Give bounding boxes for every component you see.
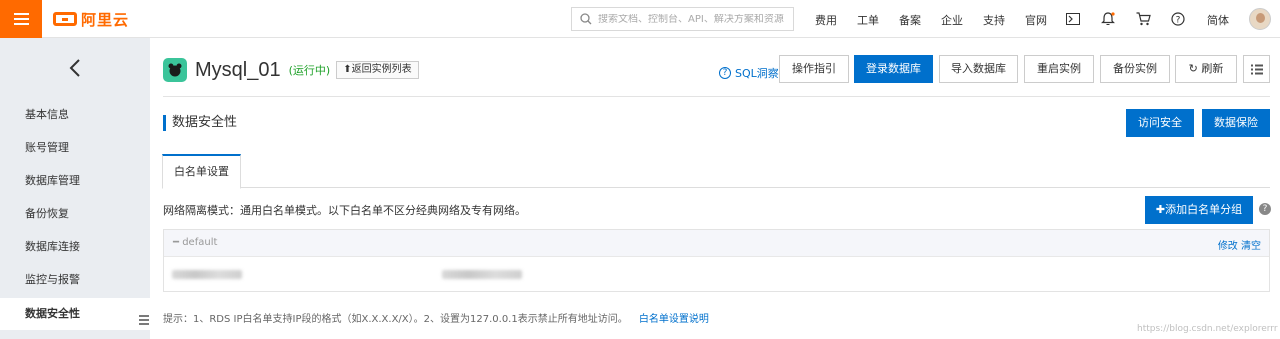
back-to-list-label: 返回实例列表 [351, 64, 412, 75]
tab-bar: 白名单设置 [162, 154, 1270, 189]
search-icon [580, 13, 592, 25]
main-content: Mysql_01 (运行中) ⬆返回实例列表 ? SQL洞察 操作指引 登录数据… [150, 38, 1280, 339]
search-input[interactable] [598, 13, 788, 25]
chevron-left-icon [69, 59, 80, 77]
sidebar-item-databases[interactable]: 数据库管理 [0, 165, 150, 197]
search-box[interactable] [571, 7, 794, 31]
logo-text: 阿里云 [81, 10, 130, 29]
help-circle-icon[interactable]: ? [1170, 11, 1186, 27]
edit-link[interactable]: 修改 [1218, 241, 1238, 252]
terminal-icon[interactable] [1065, 11, 1081, 27]
nav-enterprise[interactable]: 企业 [941, 12, 963, 28]
bell-icon[interactable] [1100, 11, 1116, 27]
whitelist-tip: 提示：1、RDS IP白名单支持IP段的格式（如X.X.X.X/X）。2、设置为… [163, 310, 709, 325]
instance-header: Mysql_01 (运行中) ⬆返回实例列表 [163, 56, 419, 84]
list-icon [1250, 64, 1263, 75]
top-bar: 阿里云 费用 工单 备案 企业 支持 官网 ? 简体 [0, 0, 1280, 38]
tip-text: 提示：1、RDS IP白名单支持IP段的格式（如X.X.X.X/X）。2、设置为… [163, 314, 628, 325]
collapse-list-icon[interactable] [139, 314, 149, 326]
sql-insight-link[interactable]: ? SQL洞察 [719, 65, 779, 81]
group-name-text: default [182, 237, 218, 248]
menu-button[interactable] [0, 0, 42, 38]
redacted-ip [172, 270, 242, 279]
sidebar-item-monitoring[interactable]: 监控与报警 [0, 264, 150, 296]
nav-tickets[interactable]: 工单 [857, 12, 879, 28]
hamburger-icon [13, 12, 29, 26]
add-whitelist-group-label: 添加白名单分组 [1165, 203, 1243, 216]
nav-icp[interactable]: 备案 [899, 12, 921, 28]
mysql-icon [163, 58, 187, 82]
refresh-label: 刷新 [1201, 62, 1224, 75]
header-divider [163, 96, 1270, 97]
whitelist-help-link[interactable]: 白名单设置说明 [639, 314, 709, 325]
guide-button[interactable]: 操作指引 [779, 55, 849, 83]
back-to-list-button[interactable]: ⬆返回实例列表 [336, 61, 419, 79]
group-name: ━ default [173, 237, 218, 248]
sql-insight-label: SQL洞察 [735, 67, 779, 80]
sidebar-item-basic-info[interactable]: 基本信息 [0, 99, 150, 131]
sidebar: 基本信息 账号管理 数据库管理 备份恢复 数据库连接 监控与报警 数据安全性 [0, 38, 150, 339]
network-mode-description: 网络隔离模式：通用白名单模式。以下白名单不区分经典网络及专有网络。 [163, 204, 526, 217]
aliyun-logo-icon [53, 12, 77, 26]
question-icon: ? [719, 67, 731, 79]
list-view-button[interactable] [1243, 55, 1270, 83]
add-whitelist-group-button[interactable]: ✚添加白名单分组 [1145, 196, 1253, 224]
refresh-button[interactable]: ↻ 刷新 [1175, 55, 1237, 83]
cart-icon[interactable] [1135, 11, 1151, 27]
clear-link[interactable]: 清空 [1241, 241, 1261, 252]
nav-fees[interactable]: 费用 [815, 12, 837, 28]
tab-whitelist-settings[interactable]: 白名单设置 [162, 154, 241, 189]
redacted-ip [442, 270, 522, 279]
sidebar-item-connection[interactable]: 数据库连接 [0, 231, 150, 263]
group-actions: 修改 清空 [1218, 237, 1261, 252]
import-db-button[interactable]: 导入数据库 [939, 55, 1018, 83]
avatar[interactable] [1249, 8, 1271, 30]
nav-support[interactable]: 支持 [983, 12, 1005, 28]
page-title: Mysql_01 [195, 58, 281, 81]
up-arrow-icon: ⬆ [343, 64, 352, 75]
logo[interactable]: 阿里云 [53, 9, 129, 29]
plus-icon: ✚ [1155, 203, 1166, 216]
restart-button[interactable]: 重启实例 [1024, 55, 1094, 83]
whitelist-group-default: ━ default 修改 清空 [163, 229, 1270, 292]
svg-text:?: ? [1176, 16, 1181, 26]
refresh-icon: ↻ [1188, 62, 1198, 75]
sidebar-item-security[interactable]: 数据安全性 [0, 298, 150, 330]
nav-official-site[interactable]: 官网 [1025, 12, 1047, 28]
question-icon[interactable]: ? [1259, 203, 1271, 215]
back-button[interactable] [60, 58, 90, 78]
login-db-button[interactable]: 登录数据库 [854, 55, 933, 83]
sidebar-item-backup[interactable]: 备份恢复 [0, 198, 150, 230]
section-title: 数据安全性 [163, 115, 237, 131]
group-header: ━ default 修改 清空 [164, 230, 1269, 257]
status-badge: (运行中) [288, 64, 331, 77]
access-security-button[interactable]: 访问安全 [1126, 109, 1194, 137]
watermark: https://blog.csdn.net/explorerrr [1137, 324, 1278, 334]
backup-button[interactable]: 备份实例 [1100, 55, 1170, 83]
data-protection-button[interactable]: 数据保险 [1202, 109, 1270, 137]
sidebar-item-accounts[interactable]: 账号管理 [0, 132, 150, 164]
language-switch[interactable]: 简体 [1207, 12, 1229, 28]
